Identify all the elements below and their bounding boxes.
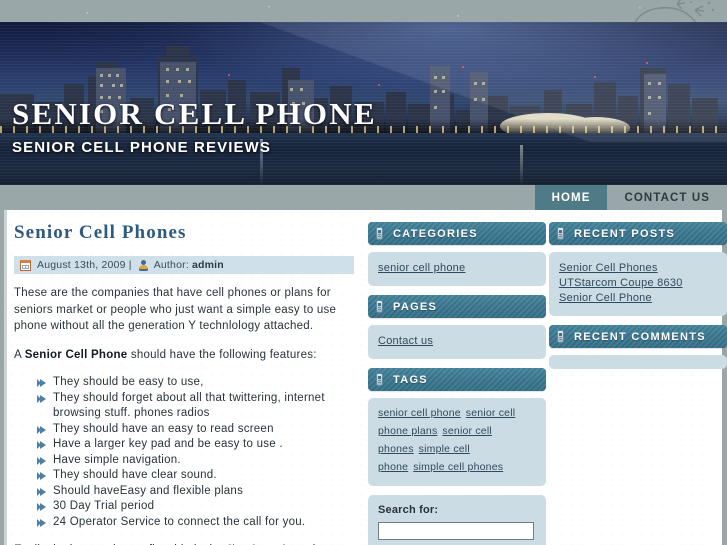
list-item: 30 Day Trial period (37, 499, 354, 515)
features-lead-bold: Senior Cell Phone (24, 348, 128, 361)
widget-body-recent-posts: Senior Cell Phones UTStarcom Coupe 8630 … (549, 252, 727, 316)
calendar-icon (20, 259, 31, 271)
features-list: They should be easy to use, They should … (14, 375, 354, 530)
main-navigation: HOME CONTACT US (0, 185, 727, 210)
widget-header-recent-comments: RECENT COMMENTS (549, 325, 727, 348)
tag-link[interactable]: simple cell phones (413, 461, 503, 473)
page-link-contact-us[interactable]: Contact us (378, 334, 536, 349)
top-decor-strip (0, 0, 727, 22)
widget-title-tags: TAGS (393, 373, 428, 386)
page-root: SENIOR CELL PHONE SENIOR CELL PHONE REVI… (0, 0, 727, 545)
features-lead-a: A (14, 348, 25, 361)
widget-title-recent-comments: RECENT COMMENTS (574, 330, 706, 343)
list-item: Should haveEasy and flexible plans (37, 484, 354, 500)
widget-body-tags: senior cell phone senior cell phone plans… (368, 398, 546, 486)
widget-body-categories: senior cell phone (368, 252, 546, 286)
leaf-branch-icon (635, 0, 715, 22)
widget-title-recent-posts: RECENT POSTS (574, 227, 676, 240)
list-item: They should have an easy to read screen (37, 422, 354, 438)
widget-header-tags: TAGS (368, 368, 546, 391)
sidebar-right: RECENT POSTS Senior Cell Phones UTStarco… (549, 222, 727, 378)
user-icon (138, 259, 149, 271)
nav-item-contact-us[interactable]: CONTACT US (607, 185, 727, 210)
page-body: Senior Cell Phones August 13th, 2009 | A… (0, 210, 727, 545)
tag-link[interactable]: senior cell phone (378, 407, 461, 419)
list-item: They should have clear sound. (37, 468, 354, 484)
site-tagline: SENIOR CELL PHONE REVIEWS (12, 139, 271, 156)
recent-post-link[interactable]: Senior Cell Phones (559, 261, 717, 276)
list-item: They should be easy to use, (37, 375, 354, 391)
tag-cloud: senior cell phone senior cell phone plans… (378, 406, 536, 478)
cell-phone-icon (376, 373, 383, 386)
widget-body-pages: Contact us (368, 325, 546, 359)
nav-item-home[interactable]: HOME (534, 185, 608, 210)
left-edge-stripe-inner (4, 210, 7, 545)
post-date: August 13th, 2009 | (37, 259, 132, 271)
widget-header-categories: CATEGORIES (368, 222, 546, 245)
list-item: Have simple navigation. (37, 453, 354, 469)
widget-title-categories: CATEGORIES (393, 227, 478, 240)
category-link-senior-cell-phone[interactable]: senior cell phone (378, 261, 536, 276)
search-widget: Search for: Search (368, 495, 546, 545)
article-column: Senior Cell Phones August 13th, 2009 | A… (14, 222, 354, 545)
cell-phone-icon (376, 300, 383, 313)
header-banner: SENIOR CELL PHONE SENIOR CELL PHONE REVI… (0, 22, 727, 185)
cell-phone-icon (376, 227, 383, 240)
site-title: SENIOR CELL PHONE (12, 96, 377, 131)
list-item: Have a larger key pad and be easy to use… (37, 437, 354, 453)
recent-post-link[interactable]: Senior Cell Phone (559, 291, 717, 306)
search-input[interactable] (378, 522, 534, 540)
list-item: 24 Operator Service to connect the call … (37, 515, 354, 531)
cell-phone-icon (557, 227, 564, 240)
widget-body-recent-comments (549, 355, 727, 369)
post-meta-bar: August 13th, 2009 | Author: admin (14, 256, 354, 274)
page-title: Senior Cell Phones (14, 222, 187, 243)
widget-header-pages: PAGES (368, 295, 546, 318)
features-lead-paragraph: A Senior Cell Phone should have the foll… (14, 347, 354, 364)
cell-phone-icon (557, 330, 564, 343)
search-label: Search for: (378, 504, 439, 516)
sidebar-left: CATEGORIES senior cell phone PAGES Conta… (368, 222, 546, 545)
list-item: They should forget about all that twitte… (37, 391, 354, 422)
recent-post-link[interactable]: UTStarcom Coupe 8630 (559, 276, 717, 291)
features-lead-c: should have the following features: (127, 348, 317, 361)
widget-title-pages: PAGES (393, 300, 438, 313)
post-intro-paragraph: These are the companies that have cell p… (14, 287, 337, 332)
post-author-label: Author: (153, 259, 189, 271)
post-author-name[interactable]: admin (192, 259, 224, 271)
speckle-texture (0, 0, 727, 22)
nav-items: HOME CONTACT US (534, 185, 727, 210)
widget-header-recent-posts: RECENT POSTS (549, 222, 727, 245)
